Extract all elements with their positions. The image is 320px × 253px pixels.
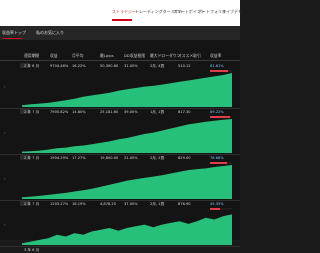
- active-tab-indicator: [2, 38, 22, 40]
- col-period[interactable]: 運用期間: [24, 53, 39, 59]
- cell-drawdown: 2月, 1週: [150, 202, 165, 206]
- cell-recommend: 817.30: [178, 110, 191, 114]
- cell-ret: 81.61%: [210, 64, 224, 68]
- cell-period: 2 年 7 月: [24, 110, 40, 114]
- cell-recommend: 510.12: [178, 64, 191, 68]
- nav-live-demo[interactable]: ライブデモ: [222, 9, 242, 15]
- cell-monthly: 17.27%: [72, 156, 86, 160]
- tab-favorites[interactable]: 私のお気に入り: [36, 30, 64, 36]
- cell-ret: 78.68%: [210, 156, 224, 160]
- cell-pips: 19,800.00: [100, 156, 119, 160]
- cell-drawdown: 2月, 4週: [150, 64, 165, 68]
- table-row[interactable]: 2 年 7 月 1904.29% 17.27% 19,800.00 21.00% 2月, …: [0, 154, 240, 202]
- cell-dd: 37.00%: [124, 202, 138, 206]
- row-divider: [0, 246, 240, 247]
- equity-chart: [22, 119, 232, 153]
- cell-drawdown: 1月, 1週: [150, 110, 165, 114]
- cell-dd: 39.00%: [124, 110, 138, 114]
- equity-chart: [22, 165, 232, 199]
- cell-monthly: 16.19%: [72, 202, 86, 206]
- cell-pips: 4,878.25: [100, 202, 117, 206]
- col-pips[interactable]: 最Lpips: [100, 53, 114, 59]
- expand-chevron-icon[interactable]: ›: [4, 84, 6, 89]
- col-return[interactable]: 収益率: [210, 53, 221, 59]
- expand-chevron-icon[interactable]: ›: [4, 222, 6, 227]
- cell-monthly: 16.22%: [72, 64, 86, 68]
- col-max-drawdown[interactable]: 最大ドローダウン: [150, 53, 180, 59]
- col-monthly[interactable]: 月平均: [72, 53, 83, 59]
- cell-profit: 7905.82%: [50, 110, 69, 114]
- expand-chevron-icon[interactable]: ›: [4, 176, 6, 181]
- equity-area: [22, 73, 232, 107]
- top-navigation-bar: ストラテジー トレーディングターミナル スマートポイント ポートフォリオ ライブ…: [0, 0, 242, 26]
- table-row[interactable]: 2 年 7 月 1203.27% 16.19% 4,878.25 37.00% 2月, 1…: [0, 200, 240, 248]
- table-row[interactable]: 2 年 6 月 9704.46% 16.22% 50,300.80 31.00% 2月, …: [0, 62, 240, 110]
- equity-area: [22, 165, 232, 199]
- cell-ret: 45.35%: [210, 202, 224, 206]
- cell-period: 2 年 7 月: [24, 156, 40, 160]
- col-profit[interactable]: 収益: [50, 53, 58, 59]
- cell-profit: 1203.27%: [50, 202, 69, 206]
- cell-dd: 31.00%: [124, 64, 138, 68]
- cell-recommend: 876.90: [178, 202, 191, 206]
- nav-strategies[interactable]: ストラテジー: [112, 9, 136, 15]
- col-recommend[interactable]: オススメ取引: [178, 53, 201, 59]
- cell-period: 2 年 7 月: [24, 202, 40, 206]
- equity-area: [22, 119, 232, 153]
- cell-recommend: 829.00: [178, 156, 191, 160]
- cell-pips: 25,181.60: [100, 110, 119, 114]
- tab-top-returns[interactable]: 収益率トップ: [2, 30, 26, 36]
- cell-period: 3 年 6 月: [24, 248, 40, 252]
- expand-chevron-icon[interactable]: ›: [4, 130, 6, 135]
- active-nav-indicator: [112, 19, 132, 21]
- cell-drawdown: 2月, 2週: [150, 156, 165, 160]
- header-divider: [0, 60, 240, 61]
- cell-profit: 9704.46%: [50, 64, 69, 68]
- cell-ret: 89.22%: [210, 110, 224, 114]
- cell-dd: 21.00%: [124, 156, 138, 160]
- cell-pips: 50,300.80: [100, 64, 119, 68]
- table-row[interactable]: 2 年 7 月 7905.82% 14.80% 25,181.60 39.00% 1月, …: [0, 108, 240, 156]
- cell-profit: 1904.29%: [50, 156, 69, 160]
- equity-area: [22, 214, 232, 245]
- cell-monthly: 14.80%: [72, 110, 86, 114]
- equity-chart: [22, 73, 232, 107]
- col-dd-limit[interactable]: DD収益極限: [124, 53, 145, 59]
- cell-period: 2 年 6 月: [24, 64, 40, 68]
